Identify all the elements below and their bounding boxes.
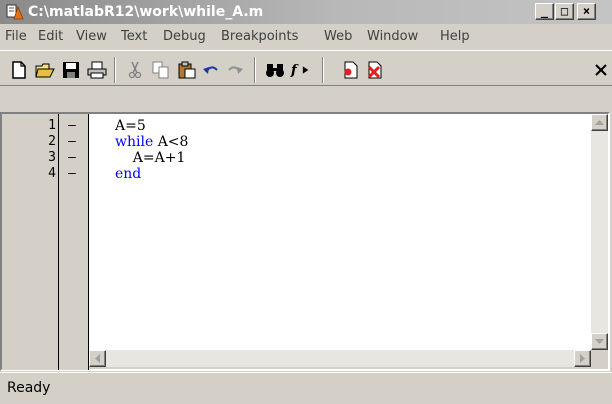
code-text: A=A+1 (115, 150, 186, 166)
scrollbar-corner (591, 350, 608, 367)
breakpoint-marker[interactable]: – (68, 150, 76, 166)
find-icon (266, 64, 284, 77)
toolbar-separator (322, 57, 324, 83)
scroll-down-button[interactable] (591, 333, 608, 350)
new-file-icon (12, 61, 26, 79)
save-button[interactable] (60, 59, 82, 81)
menu-edit[interactable]: Edit (38, 29, 63, 45)
menu-web[interactable]: Web (324, 29, 352, 45)
toolbar: f (0, 50, 612, 86)
function-icon: f (290, 63, 309, 79)
keyword-while: while (115, 134, 154, 150)
arrow-right-icon (579, 354, 585, 363)
open-folder-icon (35, 63, 55, 78)
scroll-right-button[interactable] (574, 350, 591, 367)
gutter-divider (58, 114, 59, 370)
new-file-button[interactable] (8, 59, 30, 81)
toolbar-separator (114, 57, 116, 83)
menu-text[interactable]: Text (121, 29, 147, 45)
print-icon (87, 61, 107, 79)
code-line[interactable]: A=5 (115, 118, 146, 134)
save-icon (63, 62, 79, 78)
paste-button[interactable] (176, 59, 198, 81)
menu-debug[interactable]: Debug (163, 29, 206, 45)
menu-window[interactable]: Window (367, 29, 418, 45)
function-button[interactable]: f (290, 59, 312, 81)
copy-button[interactable] (150, 59, 172, 81)
redo-icon (228, 66, 243, 74)
minimize-button[interactable]: _ (535, 3, 554, 20)
close-button[interactable]: × (577, 3, 596, 20)
matlab-app-icon[interactable] (6, 3, 24, 21)
vertical-scrollbar[interactable] (591, 114, 608, 350)
code-text: A<8 (153, 134, 189, 150)
arrow-up-icon (595, 119, 604, 125)
paste-icon (178, 61, 196, 79)
toolbar-separator (254, 57, 256, 83)
menu-help[interactable]: Help (440, 29, 470, 45)
undo-icon (203, 66, 218, 74)
cut-button[interactable] (124, 59, 146, 81)
breakpoint-marker[interactable]: – (68, 166, 76, 182)
print-button[interactable] (86, 59, 108, 81)
svg-text:f: f (290, 63, 299, 79)
keyword-end: end (115, 166, 142, 182)
code-text: A=5 (115, 118, 146, 134)
menu-bar: File Edit View Text Debug Breakpoints We… (0, 26, 612, 48)
code-line[interactable]: while A<8 (115, 134, 188, 150)
maximize-button[interactable]: □ (555, 3, 574, 20)
more-toolbar-button[interactable] (590, 59, 612, 81)
redo-button[interactable] (224, 59, 246, 81)
code-line[interactable]: A=A+1 (115, 150, 186, 166)
code-editor[interactable]: A=5 while A<8 A=A+1 end (89, 114, 591, 350)
find-button[interactable] (264, 59, 286, 81)
scroll-up-button[interactable] (591, 114, 608, 131)
clear-breakpoints-icon (367, 61, 382, 79)
breakpoint-marker[interactable]: – (68, 118, 76, 134)
set-breakpoint-icon (344, 61, 358, 79)
title-bar: C:\matlabR12\work\while_A.m _ □ × (0, 0, 612, 24)
close-icon (595, 64, 607, 76)
scroll-left-button[interactable] (89, 350, 106, 367)
code-line[interactable]: end (115, 166, 141, 182)
window-title: C:\matlabR12\work\while_A.m (28, 4, 264, 20)
undo-button[interactable] (200, 59, 222, 81)
line-number: 2 (48, 134, 56, 149)
status-text: Ready (7, 380, 51, 396)
set-breakpoint-button[interactable] (340, 59, 362, 81)
copy-icon (152, 61, 169, 79)
menu-file[interactable]: File (5, 29, 27, 45)
horizontal-scrollbar[interactable] (89, 350, 591, 367)
open-file-button[interactable] (34, 59, 56, 81)
clear-breakpoints-button[interactable] (364, 59, 386, 81)
breakpoint-marker[interactable]: – (68, 134, 76, 150)
line-number: 3 (48, 150, 56, 165)
arrow-down-icon (595, 338, 604, 344)
menu-view[interactable]: View (76, 29, 107, 45)
menu-breakpoints[interactable]: Breakpoints (221, 29, 298, 45)
status-bar: Ready (0, 372, 612, 404)
line-number: 1 (48, 118, 56, 133)
cut-icon (128, 61, 142, 79)
line-number: 4 (48, 166, 56, 181)
arrow-left-icon (94, 354, 100, 363)
